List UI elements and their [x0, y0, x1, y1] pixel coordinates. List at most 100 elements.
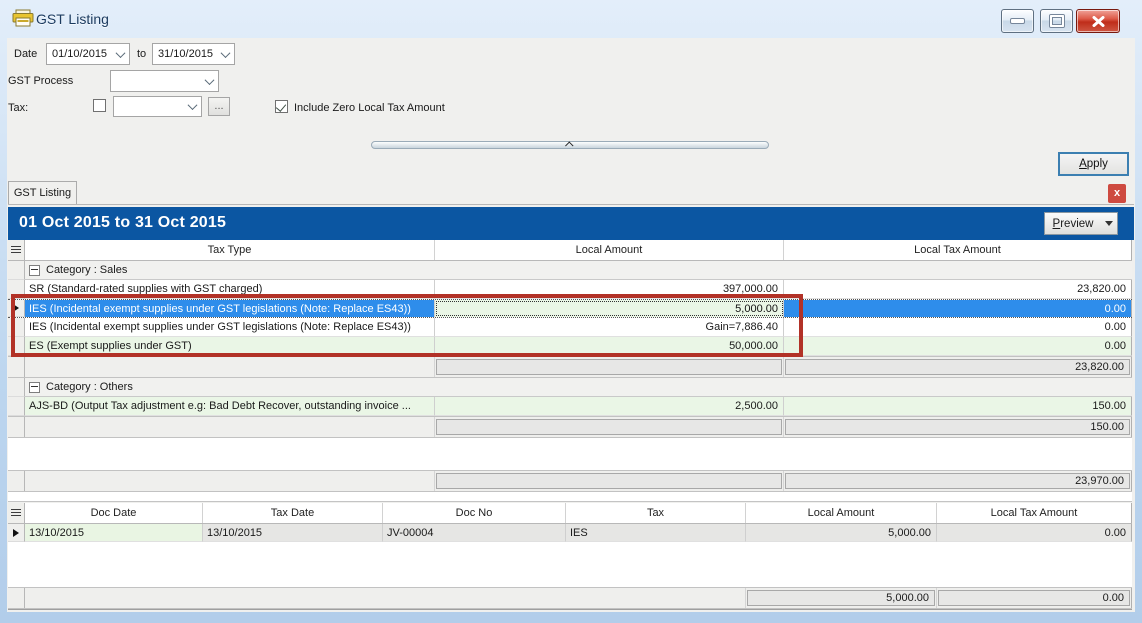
chevron-down-icon[interactable]	[217, 44, 234, 64]
footer-local-amount: 5,000.00	[746, 588, 937, 608]
row-indicator-cell	[8, 357, 25, 377]
collapse-icon[interactable]	[29, 265, 40, 276]
footer-local-tax-amount: 23,820.00	[784, 357, 1132, 377]
local-tax-amount-cell[interactable]: 0.00	[937, 524, 1132, 542]
local-tax-amount-cell[interactable]: 150.00	[784, 397, 1132, 416]
table-row[interactable]: ES (Exempt supplies under GST)50,000.000…	[8, 337, 1132, 356]
minimize-button[interactable]	[1001, 9, 1034, 33]
local-amount-cell[interactable]: 50,000.00	[435, 337, 784, 356]
doc-date-cell[interactable]: 13/10/2015	[25, 524, 203, 542]
tax-select[interactable]	[113, 96, 202, 117]
local-tax-amount-cell[interactable]: 0.00	[784, 300, 1132, 317]
footer-spacer	[25, 417, 435, 437]
summary-box	[436, 473, 782, 489]
minus-glyph	[31, 269, 38, 270]
summary-box	[436, 359, 782, 375]
column-header-local-amount[interactable]: Local Amount	[435, 240, 784, 260]
tax-checkbox[interactable]	[93, 99, 106, 112]
local-tax-amount-cell[interactable]: 0.00	[784, 318, 1132, 337]
column-header-tax-date[interactable]: Tax Date	[203, 503, 383, 523]
footer-spacer	[25, 357, 435, 377]
row-indicator-cell	[8, 417, 25, 437]
local-tax-amount-cell[interactable]: 0.00	[784, 337, 1132, 356]
row-menu-icon[interactable]	[8, 503, 25, 523]
column-header-tax-type[interactable]: Tax Type	[25, 240, 435, 260]
row-indicator-cell	[8, 261, 25, 280]
row-indicator-cell	[8, 280, 25, 299]
maximize-button[interactable]	[1040, 9, 1073, 33]
column-header-local-amount[interactable]: Local Amount	[746, 503, 937, 523]
group-footer-row: 23,820.00	[8, 356, 1132, 378]
column-header-tax[interactable]: Tax	[566, 503, 746, 523]
tax-type-cell[interactable]: ES (Exempt supplies under GST)	[25, 337, 435, 356]
chevron-down-icon[interactable]	[201, 71, 218, 91]
summary-box: 23,820.00	[785, 359, 1130, 375]
column-header-doc-date[interactable]: Doc Date	[25, 503, 203, 523]
tax-cell[interactable]: IES	[566, 524, 746, 542]
gst-process-select[interactable]	[110, 70, 219, 92]
local-amount-cell[interactable]: 2,500.00	[435, 397, 784, 416]
minimize-icon	[1011, 19, 1024, 23]
include-zero-checkbox[interactable]	[275, 100, 288, 113]
doc-no-cell[interactable]: JV-00004	[383, 524, 566, 542]
row-indicator-cell	[8, 397, 25, 416]
tax-browse-button[interactable]: ...	[208, 97, 230, 116]
local-amount-cell[interactable]: 397,000.00	[435, 280, 784, 299]
minus-glyph	[31, 386, 38, 387]
column-header-local-tax-amount[interactable]: Local Tax Amount	[784, 240, 1132, 260]
date-to-input[interactable]: 31/10/2015	[152, 43, 235, 65]
table-row[interactable]: SR (Standard-rated supplies with GST cha…	[8, 280, 1132, 299]
triangle-down-icon	[1105, 221, 1113, 226]
report-header-band: 01 Oct 2015 to 31 Oct 2015 Preview	[8, 207, 1134, 240]
preview-button[interactable]: Preview	[1044, 212, 1102, 235]
tax-label: Tax:	[8, 102, 28, 114]
tax-type-cell[interactable]: IES (Incidental exempt supplies under GS…	[25, 318, 435, 337]
row-indicator-cell	[8, 318, 25, 337]
summary-box: 23,970.00	[785, 473, 1130, 489]
group-row[interactable]: Category : Sales	[8, 261, 1132, 280]
tax-type-cell[interactable]: IES (Incidental exempt supplies under GS…	[25, 300, 435, 317]
checkmark-icon	[276, 101, 286, 112]
row-indicator-cell	[8, 378, 25, 397]
tab-gst-listing[interactable]: GST Listing	[8, 181, 77, 204]
close-button[interactable]	[1076, 9, 1120, 33]
apply-button-label: Apply	[1079, 158, 1108, 170]
row-menu-icon[interactable]	[8, 240, 25, 260]
tax-type-cell[interactable]: SR (Standard-rated supplies with GST cha…	[25, 280, 435, 299]
column-header-local-tax-amount[interactable]: Local Tax Amount	[937, 503, 1132, 523]
tax-type-cell[interactable]: AJS-BD (Output Tax adjustment e.g: Bad D…	[25, 397, 435, 416]
table-row[interactable]: AJS-BD (Output Tax adjustment e.g: Bad D…	[8, 397, 1132, 416]
table-row[interactable]: IES (Incidental exempt supplies under GS…	[8, 299, 1132, 318]
report-title: 01 Oct 2015 to 31 Oct 2015	[19, 214, 226, 232]
footer-spacer	[25, 471, 435, 491]
footer-local-tax-amount: 23,970.00	[784, 471, 1132, 491]
tab-close-button[interactable]: x	[1108, 184, 1126, 203]
preview-dropdown-button[interactable]	[1101, 212, 1118, 235]
table-row[interactable]: 13/10/201513/10/2015JV-00004IES5,000.000…	[8, 524, 1132, 542]
summary-header-row: Tax Type Local Amount Local Tax Amount	[8, 240, 1132, 261]
date-from-input[interactable]: 01/10/2015	[46, 43, 130, 65]
summary-box: 0.00	[938, 590, 1130, 606]
date-from-value: 01/10/2015	[47, 48, 112, 60]
group-row[interactable]: Category : Others	[8, 378, 1132, 397]
collapse-icon[interactable]	[29, 382, 40, 393]
summary-box: 5,000.00	[747, 590, 935, 606]
summary-box	[436, 419, 782, 435]
detail-header-row: Doc Date Tax Date Doc No Tax Local Amoun…	[8, 503, 1132, 524]
local-amount-cell[interactable]: 5,000.00	[746, 524, 937, 542]
chevron-down-icon[interactable]	[112, 44, 129, 64]
apply-button[interactable]: Apply	[1058, 152, 1129, 176]
tax-date-cell[interactable]: 13/10/2015	[203, 524, 383, 542]
gst-process-label: GST Process	[8, 75, 73, 87]
local-tax-amount-cell[interactable]: 23,820.00	[784, 280, 1132, 299]
local-amount-cell[interactable]: Gain=7,886.40	[435, 318, 784, 337]
table-row[interactable]: IES (Incidental exempt supplies under GS…	[8, 318, 1132, 337]
local-amount-cell[interactable]: 5,000.00	[435, 300, 784, 317]
column-header-doc-no[interactable]: Doc No	[383, 503, 566, 523]
row-indicator-cell	[8, 471, 25, 491]
date-label: Date	[14, 48, 37, 60]
include-zero-label: Include Zero Local Tax Amount	[294, 102, 445, 114]
chevron-down-icon[interactable]	[184, 97, 201, 116]
row-indicator-cell	[8, 337, 25, 356]
collapse-splitter[interactable]	[371, 141, 769, 149]
